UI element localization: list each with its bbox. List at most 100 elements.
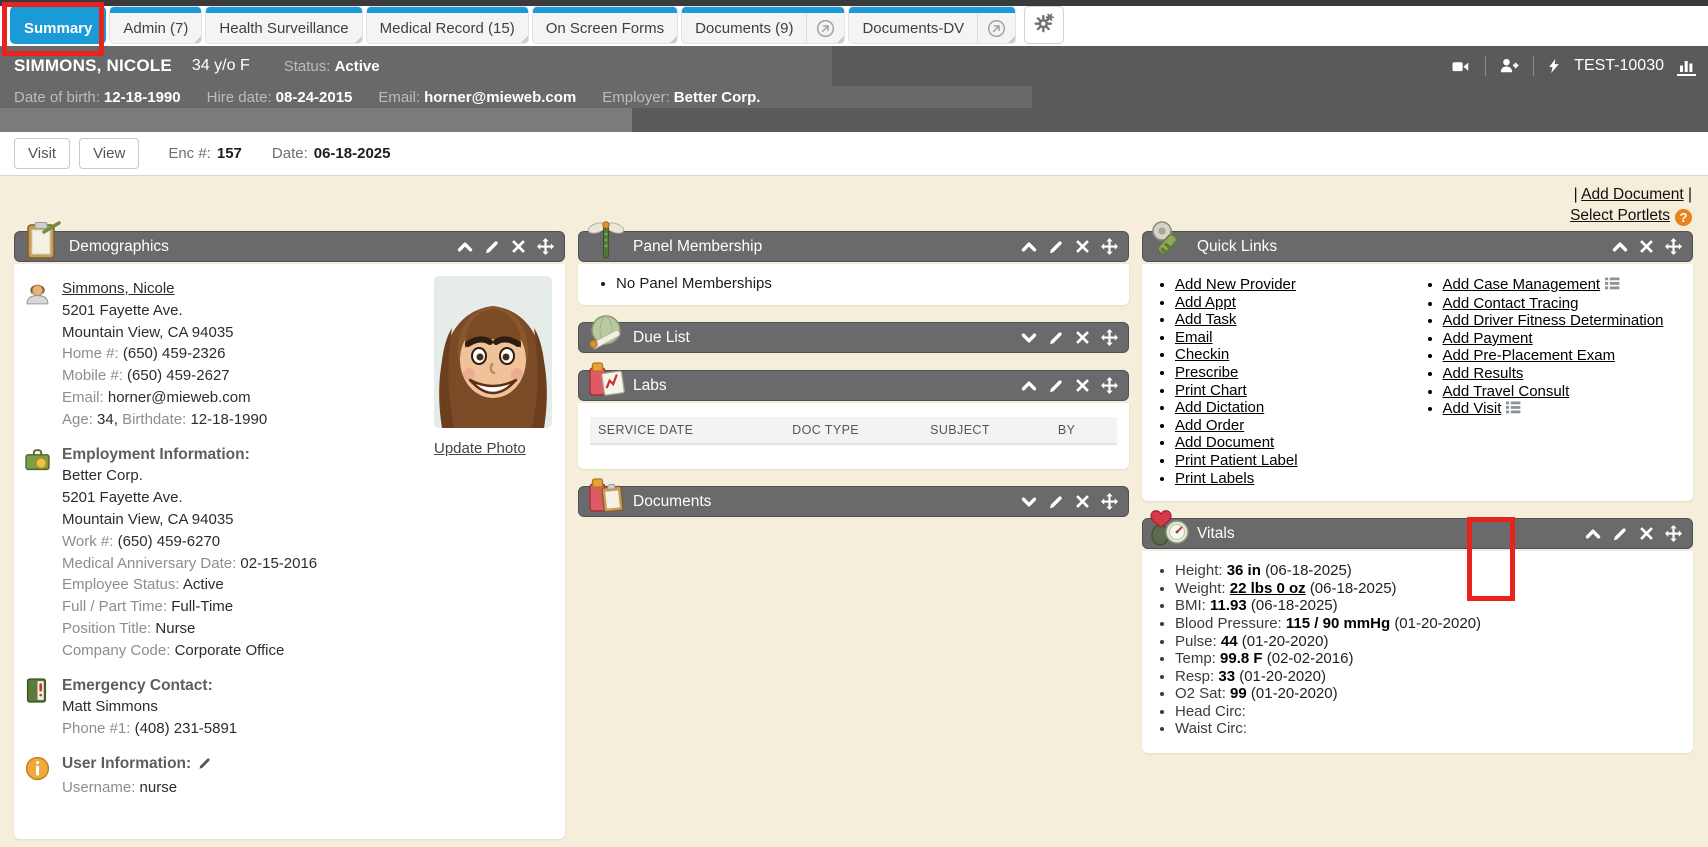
vital-item: Head Circ: bbox=[1175, 703, 1685, 721]
add-person-icon[interactable] bbox=[1499, 57, 1520, 75]
close-icon[interactable] bbox=[1075, 378, 1090, 393]
tab-on-screen-forms[interactable]: On Screen Forms bbox=[532, 6, 678, 44]
close-icon[interactable] bbox=[1075, 239, 1090, 254]
tab-admin-7[interactable]: Admin (7) bbox=[109, 6, 202, 44]
list-icon[interactable] bbox=[1506, 401, 1521, 419]
external-link-icon[interactable] bbox=[806, 7, 844, 43]
close-icon[interactable] bbox=[1639, 526, 1654, 541]
collapse-icon[interactable] bbox=[1585, 526, 1601, 542]
quick-link[interactable]: Print Chart bbox=[1175, 382, 1247, 399]
tab-label: Documents-DV bbox=[849, 7, 977, 43]
patient-info-row: Date of birth:12-18-1990Hire date:08-24-… bbox=[14, 89, 760, 106]
move-icon[interactable] bbox=[537, 238, 554, 255]
quick-link[interactable]: Add New Provider bbox=[1175, 276, 1296, 293]
quick-link[interactable]: Add Results bbox=[1443, 365, 1524, 382]
quick-link[interactable]: Print Labels bbox=[1175, 470, 1254, 487]
move-icon[interactable] bbox=[1665, 238, 1682, 255]
edit-icon[interactable] bbox=[1048, 378, 1064, 394]
select-portlets-link[interactable]: Select Portlets bbox=[1570, 207, 1670, 224]
quick-link[interactable]: Add Visit bbox=[1443, 400, 1502, 417]
collapse-icon[interactable] bbox=[1612, 239, 1628, 255]
edit-icon[interactable] bbox=[484, 239, 500, 255]
emergency-book-icon bbox=[24, 675, 62, 740]
quick-link[interactable]: Add Appt bbox=[1175, 294, 1236, 311]
quick-link[interactable]: Print Patient Label bbox=[1175, 452, 1298, 469]
collapse-icon[interactable] bbox=[1021, 239, 1037, 255]
tab-label: Summary bbox=[11, 7, 105, 43]
patient-info-field: Date of birth:12-18-1990 bbox=[14, 89, 181, 106]
collapse-icon[interactable] bbox=[457, 239, 473, 255]
add-document-link[interactable]: Add Document bbox=[1581, 186, 1684, 203]
edit-icon[interactable] bbox=[1048, 239, 1064, 255]
list-icon[interactable] bbox=[1605, 277, 1620, 295]
quick-link[interactable]: Add Contact Tracing bbox=[1443, 295, 1579, 312]
quick-link[interactable]: Add Travel Consult bbox=[1443, 383, 1570, 400]
quick-link[interactable]: Add Pre-Placement Exam bbox=[1443, 347, 1616, 364]
vital-item: Height: 36 in (06-18-2025) bbox=[1175, 562, 1685, 580]
quick-link[interactable]: Add Driver Fitness Determination bbox=[1443, 312, 1664, 329]
quick-link[interactable]: Prescribe bbox=[1175, 364, 1238, 381]
external-link-icon[interactable] bbox=[977, 7, 1015, 43]
due-list-icon bbox=[585, 311, 627, 353]
video-camera-icon[interactable] bbox=[1449, 58, 1472, 75]
quick-link[interactable]: Add Task bbox=[1175, 311, 1236, 328]
chart-id: TEST-10030 bbox=[1574, 57, 1664, 75]
help-icon[interactable]: ? bbox=[1675, 209, 1692, 226]
expand-icon[interactable] bbox=[1021, 494, 1037, 510]
quick-link[interactable]: Add Order bbox=[1175, 417, 1244, 434]
patient-name-link[interactable]: Simmons, Nicole bbox=[62, 280, 175, 297]
tab-label: Documents (9) bbox=[682, 7, 806, 43]
vitals-header[interactable]: Vitals bbox=[1142, 518, 1693, 549]
settings-button[interactable] bbox=[1024, 6, 1064, 44]
quick-link[interactable]: Add Payment bbox=[1443, 330, 1533, 347]
edit-icon[interactable] bbox=[198, 755, 212, 777]
bar-chart-icon[interactable] bbox=[1677, 57, 1696, 76]
tab-documents-9[interactable]: Documents (9) bbox=[681, 6, 845, 44]
portlet-title: Documents bbox=[633, 493, 711, 511]
portlet-title: Panel Membership bbox=[633, 238, 762, 256]
visit-button[interactable]: Visit bbox=[14, 138, 70, 169]
close-icon[interactable] bbox=[1075, 330, 1090, 345]
close-icon[interactable] bbox=[511, 239, 526, 254]
quick-link[interactable]: Add Case Management bbox=[1443, 276, 1601, 293]
quick-link[interactable]: Add Dictation bbox=[1175, 399, 1264, 416]
quick-link-item: Add Driver Fitness Determination bbox=[1443, 312, 1686, 330]
quick-link[interactable]: Email bbox=[1175, 329, 1213, 346]
tab-health-surveillance[interactable]: Health Surveillance bbox=[205, 6, 362, 44]
quick-link[interactable]: Checkin bbox=[1175, 346, 1229, 363]
section-heading: Employment Information: bbox=[62, 444, 317, 466]
vital-item: Waist Circ: bbox=[1175, 720, 1685, 738]
move-icon[interactable] bbox=[1665, 525, 1682, 542]
labs-column-header: DOC TYPE bbox=[792, 423, 930, 437]
quick-link[interactable]: Add Document bbox=[1175, 434, 1274, 451]
panel-membership-header[interactable]: Panel Membership bbox=[578, 231, 1129, 262]
documents-header[interactable]: Documents bbox=[578, 486, 1129, 517]
quick-links-header[interactable]: Quick Links bbox=[1142, 231, 1693, 262]
move-icon[interactable] bbox=[1101, 493, 1118, 510]
edit-icon[interactable] bbox=[1048, 494, 1064, 510]
quick-link-item: Add Dictation bbox=[1175, 399, 1418, 417]
quick-link-item: Print Labels bbox=[1175, 470, 1418, 488]
edit-icon[interactable] bbox=[1612, 526, 1628, 542]
move-icon[interactable] bbox=[1101, 238, 1118, 255]
close-icon[interactable] bbox=[1639, 239, 1654, 254]
divider bbox=[1533, 56, 1534, 76]
tab-documents-dv[interactable]: Documents-DV bbox=[848, 6, 1016, 44]
due-list-portlet: Due List bbox=[578, 322, 1129, 353]
tab-label: On Screen Forms bbox=[533, 7, 677, 43]
move-icon[interactable] bbox=[1101, 329, 1118, 346]
update-photo-link[interactable]: Update Photo bbox=[434, 440, 526, 457]
collapse-icon[interactable] bbox=[1021, 378, 1037, 394]
demographics-header[interactable]: Demographics bbox=[14, 231, 565, 262]
tab-medical-record-15[interactable]: Medical Record (15) bbox=[366, 6, 529, 44]
expand-icon[interactable] bbox=[1021, 330, 1037, 346]
move-icon[interactable] bbox=[1101, 377, 1118, 394]
view-button[interactable]: View bbox=[79, 138, 139, 169]
labs-header[interactable]: Labs bbox=[578, 370, 1129, 401]
close-icon[interactable] bbox=[1075, 494, 1090, 509]
demographics-portlet: Demographics Simmons, Nicole5201 Fayette… bbox=[14, 231, 565, 839]
edit-icon[interactable] bbox=[1048, 330, 1064, 346]
lightning-bolt-icon[interactable] bbox=[1547, 57, 1561, 75]
tab-summary[interactable]: Summary bbox=[10, 6, 106, 44]
due-list-header[interactable]: Due List bbox=[578, 322, 1129, 353]
